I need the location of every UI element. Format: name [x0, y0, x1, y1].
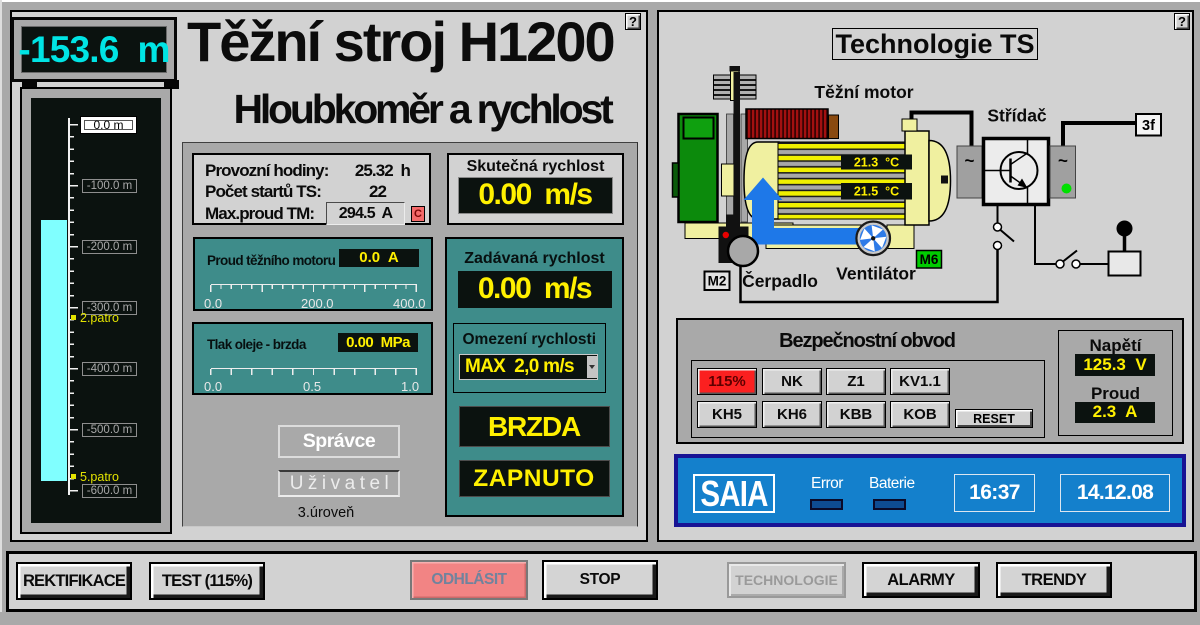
svg-text:21.5 °C: 21.5 °C — [854, 185, 899, 199]
svg-text:Střídač: Střídač — [987, 106, 1047, 126]
svg-text:Těžní motor: Těžní motor — [814, 82, 913, 102]
svg-text:~: ~ — [1058, 151, 1068, 170]
svg-text:21.3 °C: 21.3 °C — [854, 156, 899, 170]
svg-text:~: ~ — [965, 151, 975, 170]
svg-text:Ventilátor: Ventilátor — [836, 264, 916, 284]
svg-text:M2: M2 — [708, 274, 727, 289]
svg-text:3f: 3f — [1142, 118, 1155, 134]
svg-text:Čerpadlo: Čerpadlo — [742, 270, 818, 291]
svg-text:M6: M6 — [920, 252, 939, 267]
